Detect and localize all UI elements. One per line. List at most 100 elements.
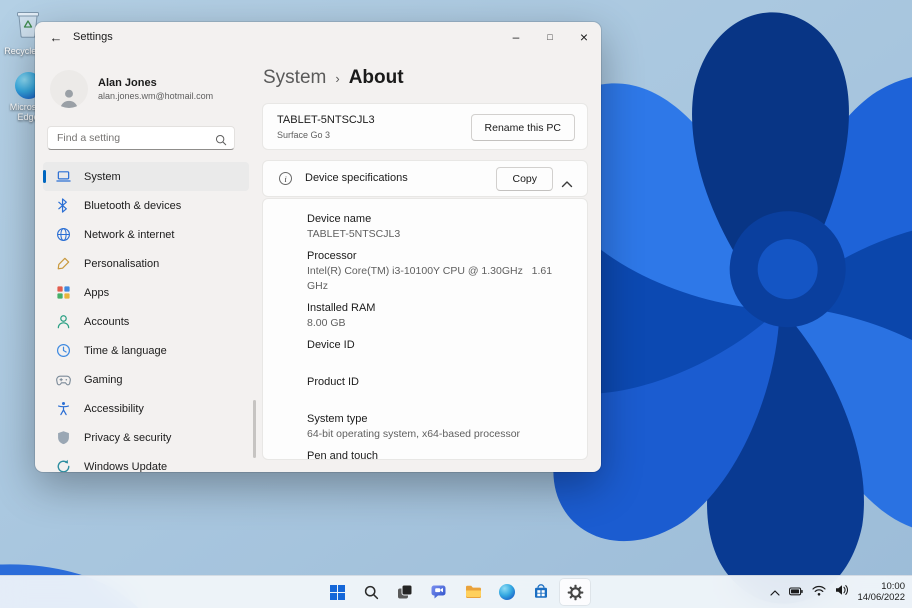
avatar [50, 70, 88, 108]
volume-icon[interactable] [835, 583, 849, 601]
spec-label: Processor [307, 250, 357, 262]
device-card: TABLET-5NTSCJL3 Surface Go 3 Rename this… [262, 103, 588, 150]
minimize-button[interactable]: – [499, 22, 533, 52]
search-box[interactable] [47, 126, 235, 150]
search-icon [364, 585, 378, 599]
sidebar-item-accounts[interactable]: Accounts [43, 307, 249, 336]
window-controls: – □ × [499, 22, 601, 52]
account-summary[interactable]: Alan Jones alan.jones.wm@hotmail.com [50, 70, 213, 108]
spec-label: Pen and touch [307, 450, 378, 460]
tray-time: 10:00 [881, 581, 905, 592]
sidebar-item-label: Bluetooth & devices [84, 199, 182, 212]
clock-icon [56, 343, 71, 358]
spec-row: System type 64-bit operating system, x64… [307, 412, 573, 442]
sidebar-item-bluetooth-devices[interactable]: Bluetooth & devices [43, 191, 249, 220]
store-icon [535, 584, 547, 598]
taskbar-center [322, 576, 590, 608]
sidebar: Alan Jones alan.jones.wm@hotmail.com Sys… [35, 52, 257, 472]
sidebar-item-gaming[interactable]: Gaming [43, 365, 249, 394]
chat-icon [431, 585, 445, 599]
sidebar-nav: System Bluetooth & devices Network & int… [43, 162, 249, 472]
file-explorer-icon [465, 585, 481, 598]
rename-pc-button[interactable]: Rename this PC [470, 114, 575, 141]
shield-icon [56, 430, 71, 445]
spec-value [307, 353, 573, 368]
sidebar-item-label: Personalisation [84, 257, 160, 270]
file-explorer-button[interactable] [458, 579, 488, 605]
spec-label: Device name [307, 213, 372, 225]
taskbar: 10:00 14/06/2022 [0, 575, 912, 608]
spec-label: Installed RAM [307, 302, 376, 314]
windows-logo-icon [329, 584, 345, 600]
sidebar-item-accessibility[interactable]: Accessibility [43, 394, 249, 423]
sidebar-item-label: System [84, 170, 121, 183]
titlebar[interactable]: ← Settings – □ × [35, 22, 601, 52]
sidebar-item-label: Privacy & security [84, 431, 172, 444]
sidebar-item-apps[interactable]: Apps [43, 278, 249, 307]
sidebar-item-label: Time & language [84, 344, 167, 357]
spec-row: Product ID [307, 375, 573, 405]
start-button[interactable] [322, 579, 352, 605]
wifi-icon[interactable] [812, 583, 827, 601]
person-icon [60, 89, 78, 108]
spec-row: Device ID [307, 338, 573, 368]
system-tray: 10:00 14/06/2022 [770, 576, 905, 608]
back-arrow-icon: ← [49, 29, 63, 45]
device-specifications-header[interactable]: i Device specifications Copy [262, 160, 588, 197]
breadcrumb: System › About [263, 67, 404, 89]
sidebar-item-label: Accessibility [84, 402, 144, 415]
sidebar-item-personalisation[interactable]: Personalisation [43, 249, 249, 278]
task-view-button[interactable] [390, 579, 420, 605]
spec-value [307, 390, 573, 405]
main-content: System › About TABLET-5NTSCJL3 Surface G… [262, 52, 601, 472]
brush-icon [56, 256, 71, 271]
store-button[interactable] [526, 579, 556, 605]
taskbar-search-button[interactable] [356, 579, 386, 605]
settings-gear-icon [567, 584, 583, 600]
search-icon [215, 133, 227, 151]
device-specifications-panel: Device name TABLET-5NTSCJL3 Processor In… [262, 198, 588, 460]
maximize-button[interactable]: □ [533, 22, 567, 52]
hidden-icons-chevron[interactable] [770, 583, 781, 601]
spec-row: Installed RAM 8.00 GB [307, 301, 573, 331]
device-model: Surface Go 3 [277, 130, 331, 140]
clock[interactable]: 10:00 14/06/2022 [857, 581, 905, 603]
section-title: Device specifications [305, 172, 408, 184]
sidebar-item-privacy-security[interactable]: Privacy & security [43, 423, 249, 452]
sidebar-item-system[interactable]: System [43, 162, 249, 191]
sidebar-item-label: Gaming [84, 373, 123, 386]
desktop: Recycle Bin Microsoft Edge ← Settings – … [0, 0, 912, 608]
user-name: Alan Jones [98, 77, 157, 89]
copy-button[interactable]: Copy [496, 167, 553, 191]
search-input[interactable] [48, 127, 234, 149]
sidebar-item-network-internet[interactable]: Network & internet [43, 220, 249, 249]
breadcrumb-system[interactable]: System [263, 67, 326, 89]
system-icon [56, 169, 71, 184]
bluetooth-icon [56, 198, 71, 213]
sidebar-item-time-language[interactable]: Time & language [43, 336, 249, 365]
spec-label: Product ID [307, 376, 359, 388]
spec-value: Intel(R) Core(TM) i3-10100Y CPU @ 1.30GH… [307, 265, 555, 292]
back-button[interactable]: ← [43, 25, 69, 49]
battery-icon[interactable] [789, 583, 804, 601]
sidebar-item-label: Accounts [84, 315, 130, 328]
spec-value: TABLET-5NTSCJL3 [307, 228, 401, 240]
sidebar-item-windows-update[interactable]: Windows Update [43, 452, 249, 472]
spec-label: System type [307, 413, 368, 425]
spec-row: Processor Intel(R) Core(TM) i3-10100Y CP… [307, 249, 573, 294]
spec-label: Device ID [307, 339, 355, 351]
settings-app-button[interactable] [560, 579, 590, 605]
window-title: Settings [73, 31, 113, 43]
sidebar-item-label: Windows Update [84, 460, 168, 473]
edge-button[interactable] [492, 579, 522, 605]
apps-grid-icon [56, 285, 71, 300]
close-button[interactable]: × [567, 22, 601, 52]
minimize-icon: – [512, 30, 520, 44]
edge-icon [499, 584, 515, 600]
chat-button[interactable] [424, 579, 454, 605]
device-name: TABLET-5NTSCJL3 [277, 114, 375, 126]
chevron-up-icon[interactable] [561, 175, 573, 193]
globe-icon [56, 227, 71, 242]
settings-window: ← Settings – □ × Alan Jones alan.jones.w… [35, 22, 601, 472]
sidebar-scrollbar[interactable] [253, 400, 256, 458]
